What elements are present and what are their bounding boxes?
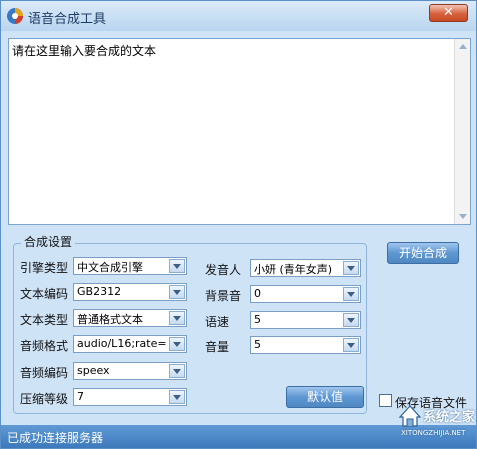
- watermark-logo-icon: [398, 405, 422, 427]
- chevron-down-icon[interactable]: [169, 337, 185, 351]
- chevron-down-icon[interactable]: [169, 259, 185, 273]
- speaker-value: 小妍 (青年女声): [254, 263, 333, 276]
- volume-value: 5: [254, 338, 261, 351]
- start-synthesis-button[interactable]: 开始合成: [387, 242, 459, 264]
- text-input-content[interactable]: 请在这里输入要合成的文本: [12, 42, 156, 59]
- compression-level-value: 7: [77, 390, 84, 403]
- chevron-down-icon[interactable]: [343, 313, 359, 327]
- chevron-down-icon[interactable]: [169, 311, 185, 325]
- compression-level-label: 压缩等级: [20, 392, 69, 406]
- audio-encoding-select[interactable]: speex: [73, 362, 187, 380]
- title-bar[interactable]: 语音合成工具 ✕: [1, 1, 476, 31]
- chevron-down-icon[interactable]: [169, 285, 185, 299]
- chevron-down-icon[interactable]: [343, 261, 359, 275]
- engine-type-select[interactable]: 中文合成引擎: [73, 257, 187, 275]
- window-title: 语音合成工具: [28, 12, 107, 27]
- app-logo-icon: [7, 8, 23, 24]
- audio-encoding-value: speex: [77, 364, 110, 377]
- status-text: 已成功连接服务器: [7, 431, 104, 445]
- save-audio-checkbox[interactable]: [379, 394, 392, 407]
- watermark-text: 系统之家: [423, 410, 476, 425]
- speed-value: 5: [254, 313, 261, 326]
- engine-type-value: 中文合成引擎: [77, 261, 143, 274]
- volume-label: 音量: [205, 340, 230, 354]
- text-type-value: 普通格式文本: [77, 313, 143, 326]
- audio-format-select[interactable]: audio/L16;rate=: [73, 335, 187, 353]
- audio-encoding-label: 音频编码: [20, 366, 69, 380]
- speed-label: 语速: [205, 315, 230, 329]
- text-encoding-select[interactable]: GB2312: [73, 283, 187, 301]
- chevron-down-icon[interactable]: [343, 338, 359, 352]
- close-button[interactable]: ✕: [429, 4, 468, 22]
- volume-select[interactable]: 5: [250, 336, 361, 354]
- scroll-down-icon[interactable]: [459, 214, 467, 219]
- scroll-up-icon[interactable]: [459, 44, 467, 49]
- text-encoding-label: 文本编码: [20, 287, 69, 301]
- speaker-select[interactable]: 小妍 (青年女声): [250, 259, 361, 277]
- vertical-scrollbar[interactable]: [454, 39, 470, 224]
- speed-select[interactable]: 5: [250, 311, 361, 329]
- chevron-down-icon[interactable]: [343, 287, 359, 301]
- chevron-down-icon[interactable]: [169, 364, 185, 378]
- watermark: 系统之家 XITONGZHIJIA.NET: [397, 403, 475, 441]
- background-sound-select[interactable]: 0: [250, 285, 361, 303]
- text-type-label: 文本类型: [20, 313, 69, 327]
- speaker-label: 发音人: [205, 263, 242, 277]
- default-values-button[interactable]: 默认值: [286, 386, 364, 408]
- text-encoding-value: GB2312: [77, 285, 122, 298]
- compression-level-select[interactable]: 7: [73, 388, 187, 406]
- watermark-subtext: XITONGZHIJIA.NET: [401, 429, 466, 437]
- audio-format-label: 音频格式: [20, 339, 69, 353]
- background-sound-label: 背景音: [205, 289, 242, 303]
- audio-format-value: audio/L16;rate=: [77, 337, 167, 350]
- background-sound-value: 0: [254, 287, 261, 300]
- app-window: 语音合成工具 ✕ 请在这里输入要合成的文本 合成设置 引擎类型 中文合成引擎 文…: [0, 0, 477, 449]
- text-type-select[interactable]: 普通格式文本: [73, 309, 187, 327]
- text-input-area[interactable]: 请在这里输入要合成的文本: [8, 38, 471, 225]
- chevron-down-icon[interactable]: [169, 390, 185, 404]
- settings-group-title: 合成设置: [21, 233, 76, 250]
- engine-type-label: 引擎类型: [20, 261, 69, 275]
- close-icon: ✕: [443, 5, 454, 20]
